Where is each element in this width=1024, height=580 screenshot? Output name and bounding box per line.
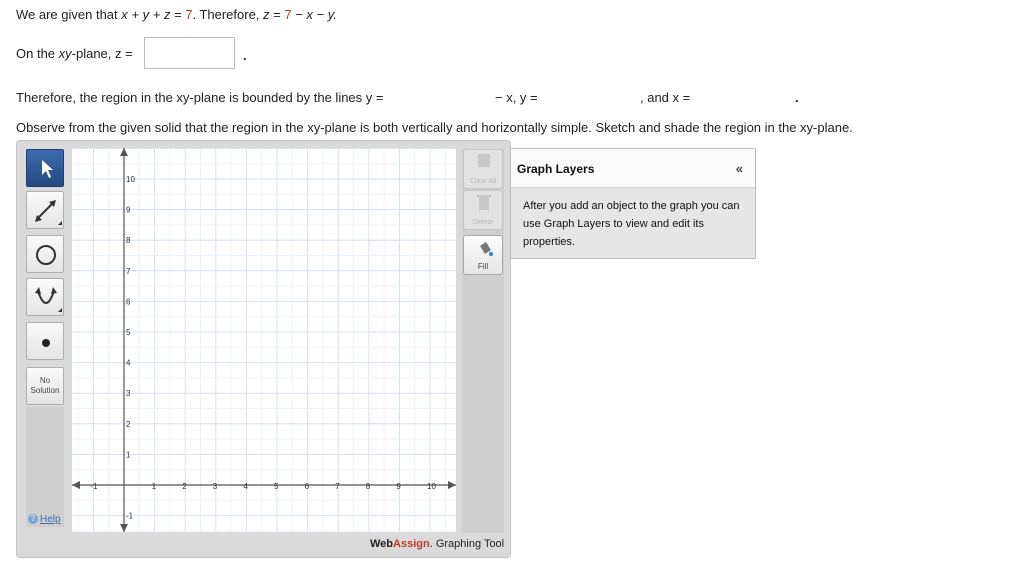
x-line-answer-input[interactable]: [704, 84, 789, 110]
given-value-2: 7: [284, 7, 292, 22]
bounded-end-text: , and x =: [640, 90, 691, 105]
no-solution-label-1: No: [39, 376, 51, 385]
y-tick-label: 7: [126, 267, 131, 276]
line3-period: .: [795, 90, 799, 105]
clear-icon: [478, 154, 490, 167]
y-tick-label: 9: [126, 206, 131, 215]
no-solution-button[interactable]: No Solution: [26, 367, 64, 405]
select-tool-button[interactable]: [26, 149, 64, 187]
brand-suffix: . Graphing Tool: [429, 538, 505, 550]
help-link[interactable]: ? Help: [28, 514, 61, 525]
given-middle: . Therefore,: [192, 7, 264, 22]
given-equation: x + y + z =: [121, 7, 186, 22]
delete-label: Delete: [472, 219, 494, 226]
line-segment-icon: [35, 200, 62, 225]
instruction-text: Observe from the given solid that the re…: [16, 120, 853, 135]
y-line-answer-input-2[interactable]: [549, 84, 637, 110]
x-tick-label: 5: [274, 482, 279, 491]
line2-xy: xy: [58, 46, 72, 61]
help-label: Help: [40, 514, 61, 525]
y-tick-label: 1: [126, 450, 131, 459]
x-tick-label: -1: [90, 482, 98, 491]
fill-label: Fill: [477, 262, 489, 271]
brand-assign: Assign: [393, 538, 430, 550]
paint-bucket-icon: [480, 242, 493, 256]
arrow-pointer-icon: [42, 160, 53, 178]
parabola-tool-button[interactable]: [26, 278, 64, 316]
line2-prefix: On the: [16, 46, 59, 61]
graph-layers-panel: Graph Layers « After you add an object t…: [510, 148, 756, 259]
x-axis-arrow-right-icon: [448, 481, 456, 489]
x-axis-arrow-left-icon: [72, 481, 80, 489]
y-tick-label: 6: [126, 297, 131, 306]
bounded-mid-text: − x, y =: [495, 90, 538, 105]
x-tick-label: 1: [152, 482, 157, 491]
x-tick-label: 8: [366, 482, 371, 491]
clear-all-label: Clear All: [469, 178, 497, 185]
graphing-tool: No Solution ? Help 10 9 8 7 6 5 4 3 2 1 -1 -1 1 2 3 4 5 6 7…: [16, 140, 511, 558]
graph-canvas[interactable]: 10 9 8 7 6 5 4 3 2 1 -1 -1 1 2 3 4 5 6 7 8 9 10: [72, 147, 456, 532]
circle-tool-button[interactable]: [26, 235, 64, 273]
given-prefix: We are given that: [16, 7, 122, 22]
circle-icon: [36, 245, 56, 265]
line2-suffix: -plane, z =: [71, 46, 133, 61]
z-answer-input[interactable]: [144, 37, 235, 69]
xy-plane-z-text: On the xy-plane, z =: [16, 46, 133, 61]
fill-button[interactable]: Fill: [463, 235, 503, 275]
x-tick-label: 10: [427, 482, 436, 491]
graph-layers-title: Graph Layers: [517, 162, 595, 176]
collapse-icon[interactable]: «: [736, 161, 743, 176]
x-tick-label: 2: [182, 482, 187, 491]
y-tick-label: 3: [126, 389, 131, 398]
graph-layers-help-text: After you add an object to the graph you…: [523, 200, 740, 248]
toolbar-spacer: [26, 407, 64, 527]
point-icon: [42, 339, 50, 347]
x-tick-label: 3: [213, 482, 218, 491]
y-tick-label: 5: [126, 328, 131, 337]
y-tick-label: 4: [126, 359, 131, 368]
equals: =: [269, 7, 285, 22]
webassign-brand: WebAssign. Graphing Tool: [370, 538, 504, 550]
y-tick-label: -1: [126, 512, 134, 521]
x-tick-label: 4: [243, 482, 248, 491]
y-tick-label: 2: [126, 420, 131, 429]
bounded-lines-text: Therefore, the region in the xy-plane is…: [16, 90, 384, 105]
point-tool-button[interactable]: [26, 322, 64, 360]
coordinate-grid[interactable]: 10 9 8 7 6 5 4 3 2 1 -1 -1 1 2 3 4 5 6 7 8 9 10: [72, 147, 456, 532]
y-axis-arrow-up-icon: [120, 148, 128, 156]
brand-web: Web: [370, 538, 394, 550]
x-tick-label: 6: [305, 482, 310, 491]
delete-button[interactable]: Delete: [463, 190, 503, 230]
y-tick-label: 8: [126, 236, 131, 245]
trash-icon: [477, 195, 491, 210]
help-icon: ?: [28, 514, 38, 525]
clear-all-button[interactable]: Clear All: [463, 149, 503, 189]
x-tick-label: 7: [335, 482, 340, 491]
graph-layers-header: Graph Layers «: [511, 149, 755, 188]
line-tool-button[interactable]: [26, 191, 64, 229]
given-rest: − x − y.: [291, 7, 337, 22]
y-tick-label: 10: [126, 175, 135, 184]
parabola-icon: [35, 287, 62, 312]
y-line-answer-input-1[interactable]: [405, 84, 490, 110]
given-equation-text: We are given that x + y + z = 7 . Therefo…: [16, 7, 337, 22]
line2-period: .: [243, 48, 247, 63]
x-tick-label: 9: [396, 482, 401, 491]
no-solution-label-2: Solution: [30, 386, 60, 395]
